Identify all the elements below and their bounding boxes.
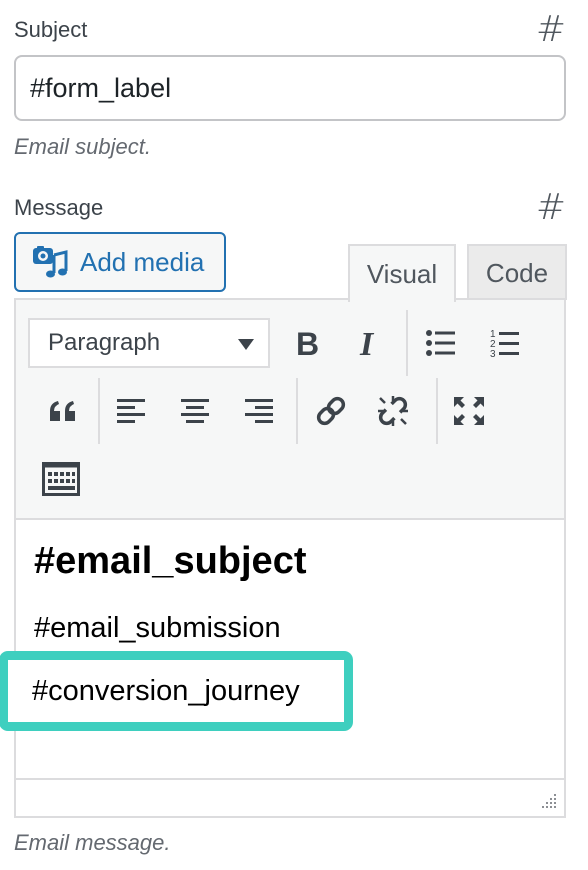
align-center-button[interactable] [170,386,220,436]
message-editor: Paragraph B I 1 2 3 #email_subject #emai… [14,298,566,818]
toolbar-divider [406,310,408,376]
fullscreen-icon [454,397,484,425]
highlighted-content-line: #conversion_journey [0,652,352,730]
align-left-button[interactable] [106,386,156,436]
bulleted-list-button[interactable] [416,318,466,368]
editor-toolbar: Paragraph B I 1 2 3 [16,300,564,520]
blockquote-button[interactable] [38,386,88,436]
subject-description: Email subject. [14,134,151,159]
toolbar-divider [436,378,438,444]
tab-visual-label: Visual [366,258,438,289]
hash-icon[interactable]: # [536,190,566,226]
format-select[interactable]: Paragraph [28,318,270,368]
editor-statusbar [16,778,564,816]
svg-text:3: 3 [490,349,496,358]
add-media-button[interactable]: Add media [14,232,226,292]
svg-text:B: B [296,328,319,358]
bulleted-list-icon [426,330,455,356]
unlink-icon [378,396,408,426]
align-right-icon [245,399,273,423]
tab-code[interactable]: Code [467,244,567,300]
message-description: Email message. [14,830,171,855]
numbered-list-icon: 1 2 3 [490,329,519,358]
subject-label: Subject [14,17,88,42]
format-select-value: Paragraph [48,329,161,356]
italic-icon: I [359,328,375,358]
remove-link-button[interactable] [368,386,418,436]
keyboard-icon [42,462,80,496]
numbered-list-button[interactable]: 1 2 3 [480,318,530,368]
fullscreen-button[interactable] [444,386,494,436]
svg-text:I: I [359,328,375,358]
tab-visual[interactable]: Visual [348,244,456,302]
content-heading: #email_subject [34,540,307,582]
bold-button[interactable]: B [282,318,332,368]
toolbar-toggle-button[interactable] [36,454,86,504]
align-center-icon [181,399,209,423]
content-line: #email_submission [34,612,281,644]
chevron-down-icon [238,339,254,350]
message-label: Message [14,195,104,220]
toolbar-divider [98,378,100,444]
content-line: #conversion_journey [32,674,300,707]
insert-link-button[interactable] [306,386,356,436]
media-icon [33,246,68,278]
subject-input[interactable]: #form_label [14,55,566,121]
add-media-label: Add media [80,246,205,277]
align-right-button[interactable] [234,386,284,436]
bold-icon: B [296,328,319,358]
toolbar-divider [296,378,298,444]
hash-icon[interactable]: # [536,12,566,48]
subject-value: #form_label [30,72,172,103]
resize-grip-icon[interactable] [538,790,558,810]
editor-content[interactable]: #email_subject #email_submission [16,522,564,780]
align-left-icon [117,399,145,423]
link-icon [316,396,346,426]
blockquote-icon [50,401,75,421]
italic-button[interactable]: I [344,318,394,368]
tab-code-label: Code [485,257,549,288]
